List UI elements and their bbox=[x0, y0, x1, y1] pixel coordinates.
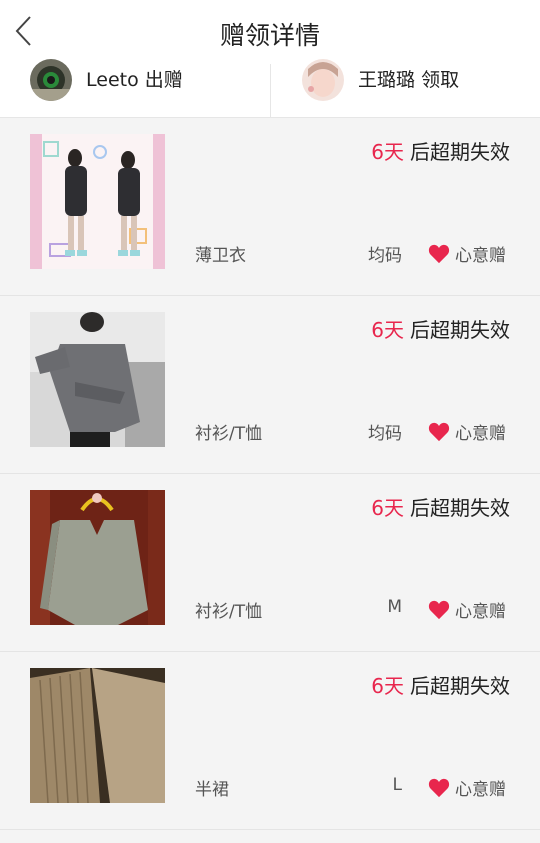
gift-label: 心意赠 bbox=[455, 780, 506, 800]
list-item[interactable]: 6天 后超期失效 半裙 L 心意赠 bbox=[0, 652, 540, 830]
expiry-text: 6天 后超期失效 bbox=[371, 318, 510, 342]
item-category: 衬衫/T恤 bbox=[195, 424, 263, 444]
item-photo bbox=[30, 490, 165, 625]
receiver-name: 王璐璐 领取 bbox=[358, 68, 460, 91]
list-item[interactable]: 6天 后超期失效 衬衫/T恤 M 心意赠 bbox=[0, 474, 540, 652]
item-size: 均码 bbox=[368, 246, 402, 266]
page-title: 赠领详情 bbox=[219, 21, 320, 50]
users-row: Leeto 出赠 王璐璐 领取 bbox=[0, 59, 540, 118]
gift-type: 心意赠 bbox=[428, 775, 506, 800]
item-photo bbox=[30, 134, 165, 269]
item-category: 半裙 bbox=[195, 780, 229, 800]
receiver-user[interactable]: 王璐璐 领取 bbox=[302, 59, 460, 118]
expiry-text: 6天 后超期失效 bbox=[371, 140, 510, 164]
giver-user[interactable]: Leeto 出赠 bbox=[30, 59, 183, 118]
giver-avatar bbox=[30, 59, 72, 101]
app-header: 赠领详情 bbox=[0, 0, 540, 64]
gift-item-list: 6天 后超期失效 薄卫衣 均码 心意赠 6天 后超期失效 衬衫/T恤 均码 心意… bbox=[0, 118, 540, 830]
giver-name: Leeto 出赠 bbox=[86, 68, 183, 91]
users-divider bbox=[270, 64, 271, 118]
gift-type: 心意赠 bbox=[428, 419, 506, 444]
item-photo bbox=[30, 312, 165, 447]
gift-label: 心意赠 bbox=[455, 424, 506, 444]
item-category: 薄卫衣 bbox=[195, 246, 246, 266]
heart-icon bbox=[428, 600, 450, 619]
heart-icon bbox=[428, 778, 450, 797]
list-item[interactable]: 6天 后超期失效 衬衫/T恤 均码 心意赠 bbox=[0, 296, 540, 474]
expiry-text: 6天 后超期失效 bbox=[371, 496, 510, 520]
item-size: L bbox=[392, 775, 402, 795]
heart-icon bbox=[428, 422, 450, 441]
gift-type: 心意赠 bbox=[428, 597, 506, 622]
item-category: 衬衫/T恤 bbox=[195, 602, 263, 622]
list-item[interactable]: 6天 后超期失效 薄卫衣 均码 心意赠 bbox=[0, 118, 540, 296]
item-size: 均码 bbox=[368, 424, 402, 444]
gift-label: 心意赠 bbox=[455, 602, 506, 622]
gift-label: 心意赠 bbox=[455, 246, 506, 266]
item-photo bbox=[30, 668, 165, 803]
expiry-text: 6天 后超期失效 bbox=[371, 674, 510, 698]
heart-icon bbox=[428, 244, 450, 263]
gift-type: 心意赠 bbox=[428, 241, 506, 266]
receiver-avatar bbox=[302, 59, 344, 101]
item-size: M bbox=[387, 597, 402, 617]
